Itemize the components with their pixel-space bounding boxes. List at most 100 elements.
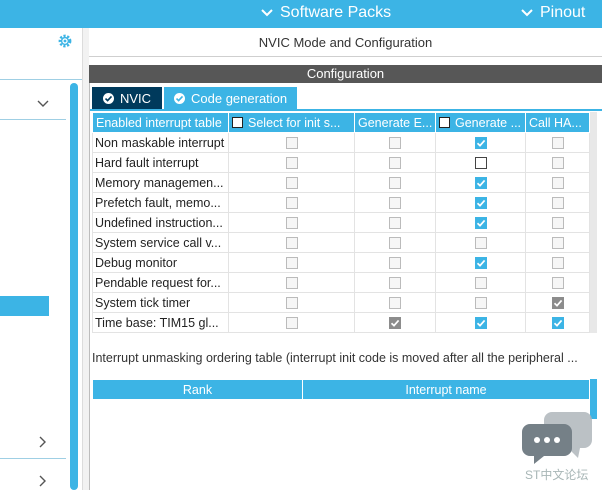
column-header-call-hal[interactable]: Call HA... (525, 112, 590, 133)
generate-enable-checkbox[interactable] (389, 257, 401, 270)
table-row[interactable]: Pendable request for... (92, 272, 590, 293)
forum-watermark: ST中文论坛 (522, 408, 594, 486)
select-all-checkbox[interactable] (232, 116, 243, 128)
generate-irq-checkbox[interactable] (474, 197, 487, 210)
generate-enable-checkbox[interactable] (389, 137, 401, 150)
call-hal-checkbox[interactable] (551, 197, 564, 210)
table-row[interactable]: Debug monitor (92, 252, 590, 273)
select-init-checkbox[interactable] (285, 297, 298, 310)
select-init-checkbox[interactable] (285, 197, 298, 210)
call-hal-checkbox[interactable] (551, 157, 564, 170)
call-hal-checkbox[interactable] (551, 137, 564, 150)
table-row[interactable]: Undefined instruction... (92, 212, 590, 233)
generate-irq-checkbox[interactable] (474, 257, 487, 270)
call-hal-checkbox[interactable] (551, 277, 564, 290)
select-init-checkbox[interactable] (285, 157, 298, 170)
interrupt-name-cell: System tick timer (92, 292, 229, 313)
checkbox-cell (525, 292, 590, 313)
checkbox-cell (354, 132, 436, 153)
call-hal-checkbox[interactable] (551, 257, 564, 270)
chevron-right-icon[interactable] (36, 435, 50, 449)
splitter[interactable] (82, 28, 89, 490)
generate-irq-checkbox[interactable] (474, 277, 487, 290)
interrupt-table: Enabled interrupt table Select for init … (92, 112, 590, 333)
generate-irq-checkbox[interactable] (474, 217, 487, 230)
table-row[interactable]: System tick timer (92, 292, 590, 313)
app-root: Software Packs Pinout NVIC Mode and Conf… (0, 0, 602, 490)
generate-enable-checkbox[interactable] (389, 277, 401, 290)
column-header-enabled-interrupt[interactable]: Enabled interrupt table (92, 112, 229, 133)
call-hal-checkbox[interactable] (551, 297, 564, 310)
checkbox-cell (525, 132, 590, 153)
table-row[interactable]: Memory managemen... (92, 172, 590, 193)
checkbox-cell (525, 192, 590, 213)
checkbox-cell (525, 252, 590, 273)
generate-irq-checkbox[interactable] (474, 237, 487, 250)
checkbox-cell (435, 292, 526, 313)
generate-irq-checkbox[interactable] (474, 157, 487, 170)
select-init-checkbox[interactable] (285, 257, 298, 270)
table-row[interactable]: Prefetch fault, memo... (92, 192, 590, 213)
interrupt-name-cell: System service call v... (92, 232, 229, 253)
checkbox-cell (435, 232, 526, 253)
select-init-checkbox[interactable] (285, 317, 298, 330)
column-header-select-init-label: Select for init s... (248, 115, 341, 130)
chevron-down-icon[interactable] (36, 97, 50, 111)
select-init-checkbox[interactable] (285, 277, 298, 290)
pinout-menu[interactable]: Pinout (520, 4, 585, 22)
generate-irq-checkbox[interactable] (474, 317, 487, 330)
check-circle-icon (174, 92, 185, 104)
generate-enable-checkbox[interactable] (389, 317, 401, 330)
generate-irq-checkbox[interactable] (474, 177, 487, 190)
generate-irq-checkbox[interactable] (474, 297, 487, 310)
interrupt-table-header: Enabled interrupt table Select for init … (92, 112, 590, 133)
call-hal-checkbox[interactable] (551, 237, 564, 250)
generate-enable-checkbox[interactable] (389, 217, 401, 230)
table-row[interactable]: Hard fault interrupt (92, 152, 590, 173)
checkbox-cell (435, 212, 526, 233)
generate-irq-checkbox[interactable] (474, 137, 487, 150)
checkbox-cell (228, 212, 355, 233)
checkbox-cell (228, 232, 355, 253)
generate-enable-checkbox[interactable] (389, 237, 401, 250)
watermark-text: ST中文论坛 (525, 468, 589, 482)
ordering-note: Interrupt unmasking ordering table (inte… (92, 351, 578, 365)
tab-nvic[interactable]: NVIC (92, 87, 162, 109)
column-header-interrupt-name[interactable]: Interrupt name (302, 379, 590, 400)
left-panel (0, 28, 82, 490)
select-init-checkbox[interactable] (285, 177, 298, 190)
table-row[interactable]: Non maskable interrupt (92, 132, 590, 153)
column-header-select-init[interactable]: Select for init s... (228, 112, 355, 133)
table-row[interactable]: Time base: TIM15 gl... (92, 312, 590, 333)
generate-enable-checkbox[interactable] (389, 157, 401, 170)
call-hal-checkbox[interactable] (551, 217, 564, 230)
generate-enable-checkbox[interactable] (389, 197, 401, 210)
gear-icon[interactable] (56, 32, 74, 50)
table-scrollbar[interactable] (590, 112, 597, 333)
select-init-checkbox[interactable] (285, 237, 298, 250)
tab-code-generation[interactable]: Code generation (164, 87, 297, 109)
column-header-generate-irq[interactable]: Generate ... (435, 112, 526, 133)
generate-enable-checkbox[interactable] (389, 297, 401, 310)
select-all-checkbox[interactable] (439, 116, 450, 128)
generate-enable-checkbox[interactable] (389, 177, 401, 190)
ordering-table: Rank Interrupt name (92, 379, 590, 400)
table-row[interactable]: System service call v... (92, 232, 590, 253)
selected-category-item[interactable] (0, 296, 49, 316)
call-hal-checkbox[interactable] (551, 317, 564, 330)
page-title: NVIC Mode and Configuration (89, 28, 602, 57)
checkbox-cell (525, 172, 590, 193)
select-init-checkbox[interactable] (285, 217, 298, 230)
interrupt-name-cell: Prefetch fault, memo... (92, 192, 229, 213)
call-hal-checkbox[interactable] (551, 177, 564, 190)
chevron-right-icon[interactable] (36, 474, 50, 488)
checkbox-cell (435, 272, 526, 293)
software-packs-menu[interactable]: Software Packs (260, 4, 391, 22)
column-header-rank[interactable]: Rank (92, 379, 303, 400)
select-init-checkbox[interactable] (285, 137, 298, 150)
checkbox-cell (354, 312, 436, 333)
left-panel-scrollbar[interactable] (70, 83, 78, 490)
checkbox-cell (525, 152, 590, 173)
column-header-generate-enable[interactable]: Generate E... (354, 112, 436, 133)
chevron-down-icon (521, 9, 533, 17)
